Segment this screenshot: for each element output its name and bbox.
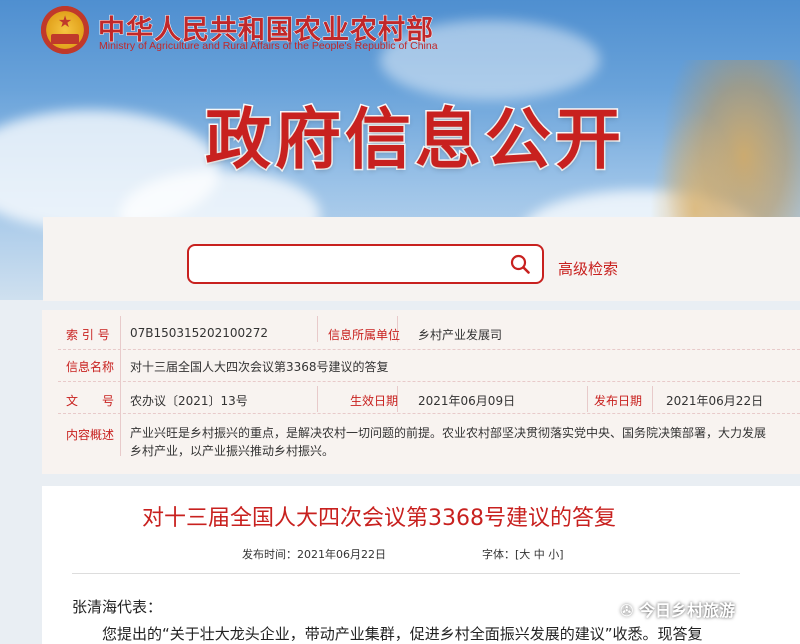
page-title: 政府信息公开 xyxy=(204,100,625,180)
ministry-name-en: Ministry of Agriculture and Rural Affair… xyxy=(99,40,438,52)
summary-value: 产业兴旺是乡村振兴的重点，是解决农村一切问题的前提。农业农村部坚决贯彻落实党中央… xyxy=(130,426,767,458)
publish-date-value: 2021年06月22日 xyxy=(666,394,764,408)
national-emblem-icon: ★ xyxy=(41,6,89,54)
search-icon[interactable] xyxy=(510,254,530,274)
advanced-search-link[interactable]: 高级检索 xyxy=(558,258,618,279)
organization-label: 信息所属单位 xyxy=(328,328,401,342)
effective-date-label: 生效日期 xyxy=(350,394,399,408)
search-input[interactable] xyxy=(187,244,544,284)
watermark-text: 今日乡村旅游 xyxy=(638,601,735,620)
wechat-icon: ✇ xyxy=(620,601,639,620)
article-paragraph: 您提出的“关于壮大龙头企业，带动产业集群，促进乡村全面振兴发展的建议”收悉。现答… xyxy=(102,625,703,643)
index-number-value: 07B150315202100272 xyxy=(130,326,269,340)
publish-date-label: 发布日期 xyxy=(594,394,643,408)
info-name-label: 信息名称 xyxy=(66,360,115,374)
organization-value: 乡村产业发展司 xyxy=(418,328,503,342)
summary-label: 内容概述 xyxy=(66,428,115,442)
font-size-switch[interactable]: 字体：[大 中 小] xyxy=(482,546,564,562)
divider xyxy=(72,573,740,574)
effective-date-value: 2021年06月09日 xyxy=(418,394,516,408)
info-name-value: 对十三届全国人大四次会议第3368号建议的答复 xyxy=(130,360,389,374)
wechat-watermark: ✇ 今日乡村旅游 xyxy=(620,597,735,621)
document-number-value: 农办议〔2021〕13号 xyxy=(130,394,248,408)
salutation: 张清海代表： xyxy=(72,598,163,616)
index-number-label: 索 引 号 xyxy=(66,328,110,342)
document-number-label: 文 号 xyxy=(66,394,115,408)
article-title: 对十三届全国人大四次会议第3368号建议的答复 xyxy=(142,506,616,531)
publish-time: 发布时间：2021年06月22日 xyxy=(242,548,386,561)
